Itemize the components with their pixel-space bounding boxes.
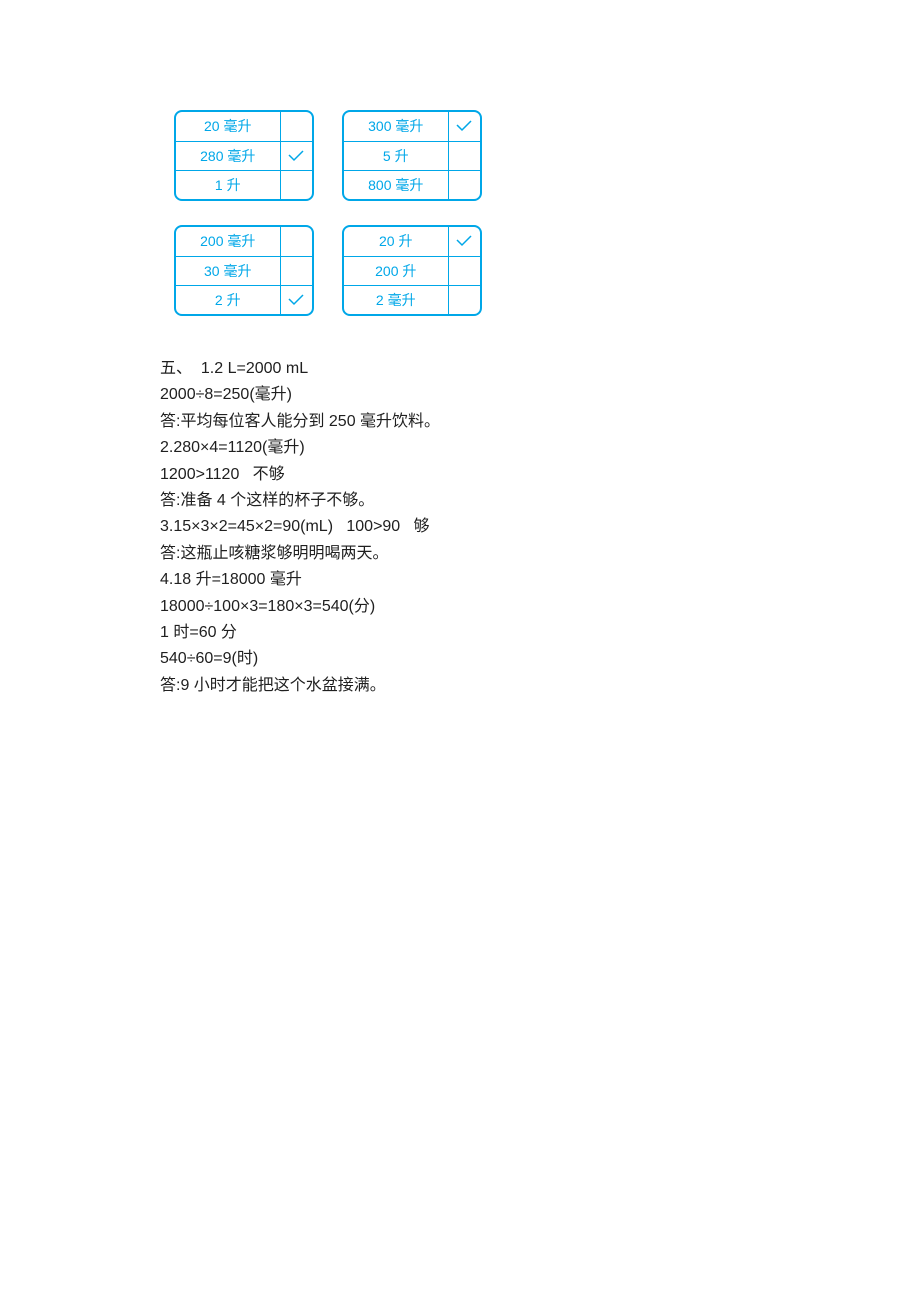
check-icon [281,294,313,306]
solution-line: 18000÷100×3=180×3=540(分) [160,594,920,620]
table-row: 20 升 [344,227,480,256]
option-mark [280,227,312,256]
option-label: 300 毫升 [344,112,448,141]
option-label: 30 毫升 [176,256,280,285]
check-icon [449,235,481,247]
table-row-2: 200 毫升 30 毫升 2 升 20 升 200 升 2 毫升 [174,225,920,316]
option-mark [280,170,312,199]
option-label: 20 毫升 [176,112,280,141]
answer-table-4: 20 升 200 升 2 毫升 [342,225,482,316]
table-row: 20 毫升 [176,112,312,141]
solution-line: 1 时=60 分 [160,620,920,646]
table-row: 5 升 [344,141,480,170]
option-label: 1 升 [176,170,280,199]
option-label: 2 毫升 [344,285,448,314]
solution-line: 1200>1120 不够 [160,462,920,488]
table-row: 30 毫升 [176,256,312,285]
option-mark [280,256,312,285]
option-label: 280 毫升 [176,141,280,170]
table-row: 200 升 [344,256,480,285]
table-row: 800 毫升 [344,170,480,199]
table-row: 280 毫升 [176,141,312,170]
solution-line: 2.280×4=1120(毫升) [160,435,920,461]
option-mark [280,285,312,314]
table-row: 1 升 [176,170,312,199]
check-icon [449,120,481,132]
table-row: 300 毫升 [344,112,480,141]
option-mark [280,141,312,170]
solution-line: 答:平均每位客人能分到 250 毫升饮料。 [160,409,920,435]
table-row: 2 升 [176,285,312,314]
table-row: 200 毫升 [176,227,312,256]
answer-table-3: 200 毫升 30 毫升 2 升 [174,225,314,316]
option-mark [448,141,480,170]
option-label: 200 毫升 [176,227,280,256]
option-mark [448,170,480,199]
option-label: 2 升 [176,285,280,314]
option-label: 20 升 [344,227,448,256]
answer-table-1: 20 毫升 280 毫升 1 升 [174,110,314,201]
solution-text: 五、 1.2 L=2000 mL 2000÷8=250(毫升) 答:平均每位客人… [160,356,920,699]
solution-line: 2000÷8=250(毫升) [160,382,920,408]
option-mark [448,256,480,285]
table-row-1: 20 毫升 280 毫升 1 升 300 毫升 5 升 800 毫升 [174,110,920,201]
option-label: 800 毫升 [344,170,448,199]
solution-line: 答:这瓶止咳糖浆够明明喝两天。 [160,541,920,567]
option-mark [448,112,480,141]
solution-line: 答:准备 4 个这样的杯子不够。 [160,488,920,514]
solution-line: 答:9 小时才能把这个水盆接满。 [160,673,920,699]
table-row: 2 毫升 [344,285,480,314]
answer-table-2: 300 毫升 5 升 800 毫升 [342,110,482,201]
solution-line: 五、 1.2 L=2000 mL [160,356,920,382]
tables-container: 20 毫升 280 毫升 1 升 300 毫升 5 升 800 毫升 200 毫… [174,110,920,316]
solution-line: 4.18 升=18000 毫升 [160,567,920,593]
option-mark [280,112,312,141]
option-label: 200 升 [344,256,448,285]
check-icon [281,150,313,162]
option-label: 5 升 [344,141,448,170]
solution-line: 3.15×3×2=45×2=90(mL) 100>90 够 [160,514,920,540]
solution-line: 540÷60=9(时) [160,646,920,672]
option-mark [448,227,480,256]
option-mark [448,285,480,314]
